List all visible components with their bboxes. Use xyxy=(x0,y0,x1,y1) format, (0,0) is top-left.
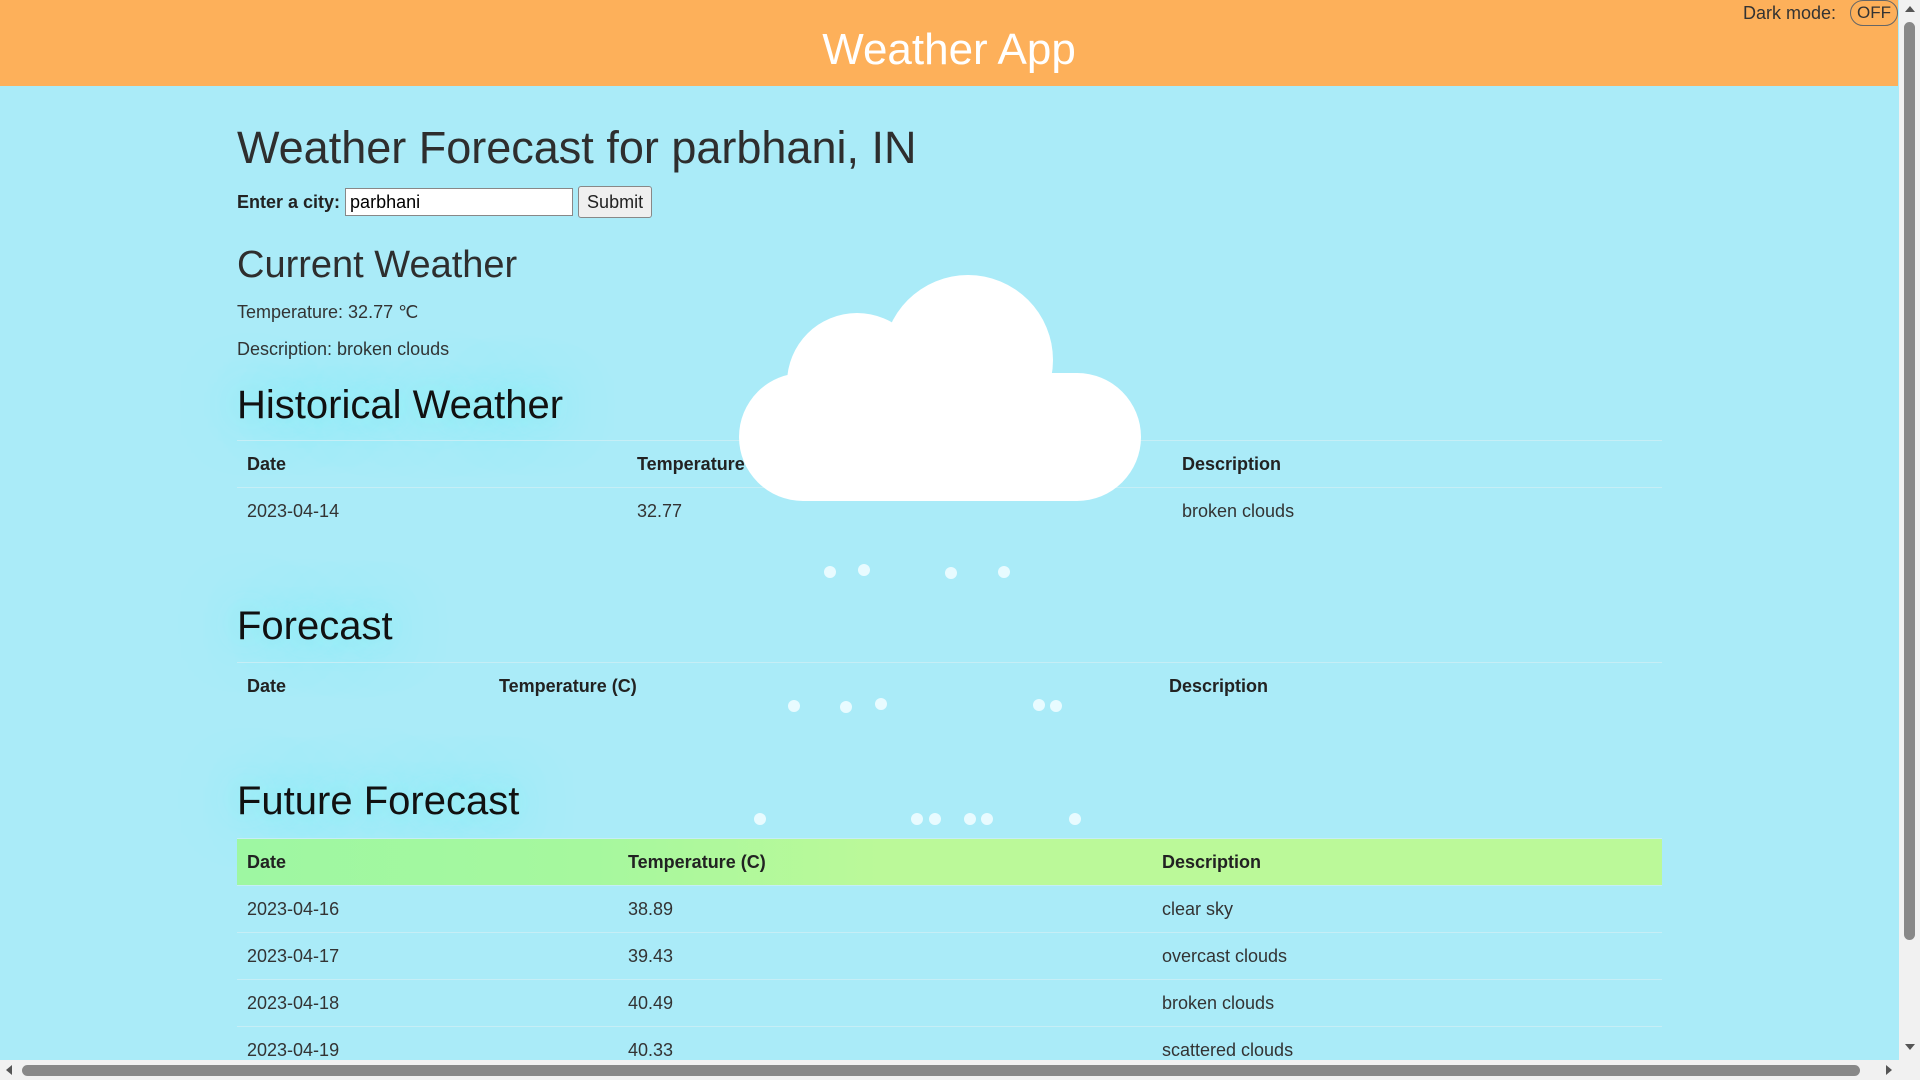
dark-mode-label: Dark mode: xyxy=(1742,2,1836,23)
city-search-form: Enter a city: Submit xyxy=(237,186,653,218)
raindrop-icon xyxy=(1033,699,1045,711)
city-input-label: Enter a city: xyxy=(237,191,341,212)
dark-mode-control: Dark mode: OFF xyxy=(1743,0,1898,26)
column-header-date: Date xyxy=(237,662,489,709)
horizontal-scrollbar[interactable] xyxy=(0,1060,1920,1080)
raindrop-icon xyxy=(945,567,957,579)
app-header: Weather App Dark mode: OFF xyxy=(0,0,1898,86)
forecast-heading: Forecast xyxy=(237,604,393,648)
table-row: 2023-04-16 38.89 clear sky xyxy=(237,885,1662,933)
temperature-cell: 39.43 xyxy=(618,932,1152,980)
future-forecast-table: Date Temperature (C) Description 2023-04… xyxy=(237,838,1662,1073)
raindrop-icon xyxy=(754,813,766,825)
forecast-table: Date Temperature (C) Description xyxy=(237,662,1662,709)
column-header-description: Description xyxy=(1152,838,1662,886)
table-header-row: Date Temperature (C) Description xyxy=(237,662,1662,709)
table-row: 2023-04-17 39.43 overcast clouds xyxy=(237,932,1662,980)
date-cell: 2023-04-18 xyxy=(237,979,618,1027)
column-header-temperature: Temperature (C) xyxy=(618,838,1152,886)
raindrop-icon xyxy=(929,813,941,825)
scroll-down-icon[interactable] xyxy=(1905,1044,1915,1050)
scrollbar-corner xyxy=(1899,1060,1920,1080)
current-temperature: Temperature: 32.77 ℃ xyxy=(237,302,419,322)
raindrop-icon xyxy=(858,564,870,576)
horizontal-scroll-thumb[interactable] xyxy=(22,1065,1860,1076)
future-forecast-heading: Future Forecast xyxy=(237,779,520,823)
date-cell: 2023-04-16 xyxy=(237,885,618,933)
raindrop-icon xyxy=(964,813,976,825)
raindrop-icon xyxy=(788,700,800,712)
temperature-cell: 38.89 xyxy=(618,885,1152,933)
column-header-description: Description xyxy=(1159,662,1662,709)
temperature-cell: 40.49 xyxy=(618,979,1152,1027)
scroll-right-icon[interactable] xyxy=(1886,1065,1892,1075)
raindrop-icon xyxy=(911,813,923,825)
scroll-up-icon[interactable] xyxy=(1905,6,1915,12)
scroll-left-icon[interactable] xyxy=(6,1065,12,1075)
raindrop-icon xyxy=(875,698,887,710)
description-cell: broken clouds xyxy=(1172,487,1662,534)
description-cell: clear sky xyxy=(1152,885,1662,933)
raindrop-icon xyxy=(840,701,852,713)
raindrop-icon xyxy=(981,813,993,825)
column-header-description: Description xyxy=(1172,440,1662,488)
raindrop-icon xyxy=(824,566,836,578)
raindrop-icon xyxy=(1050,700,1062,712)
page-title: Weather Forecast for parbhani, IN xyxy=(237,122,917,173)
date-cell: 2023-04-17 xyxy=(237,932,618,980)
dark-mode-toggle[interactable]: OFF xyxy=(1850,0,1898,26)
raindrop-icon xyxy=(998,566,1010,578)
current-weather-heading: Current Weather xyxy=(237,244,518,286)
date-cell: 2023-04-14 xyxy=(237,487,627,534)
column-header-date: Date xyxy=(237,838,618,886)
description-cell: overcast clouds xyxy=(1152,932,1662,980)
column-header-date: Date xyxy=(237,440,627,488)
city-input[interactable] xyxy=(345,188,574,216)
vertical-scroll-thumb[interactable] xyxy=(1904,22,1915,940)
weather-app-page: Weather App Dark mode: OFF Weather Forec… xyxy=(0,0,1920,1080)
app-title: Weather App xyxy=(822,25,1076,74)
table-header-row: Date Temperature (C) Description xyxy=(237,838,1662,886)
table-row: 2023-04-18 40.49 broken clouds xyxy=(237,979,1662,1027)
historical-weather-heading: Historical Weather xyxy=(237,383,564,427)
description-cell: broken clouds xyxy=(1152,979,1662,1027)
raindrop-icon xyxy=(1069,813,1081,825)
current-description: Description: broken clouds xyxy=(237,339,450,359)
cloud-icon xyxy=(739,275,1141,501)
submit-button[interactable]: Submit xyxy=(578,186,653,218)
vertical-scrollbar[interactable] xyxy=(1899,0,1920,1060)
